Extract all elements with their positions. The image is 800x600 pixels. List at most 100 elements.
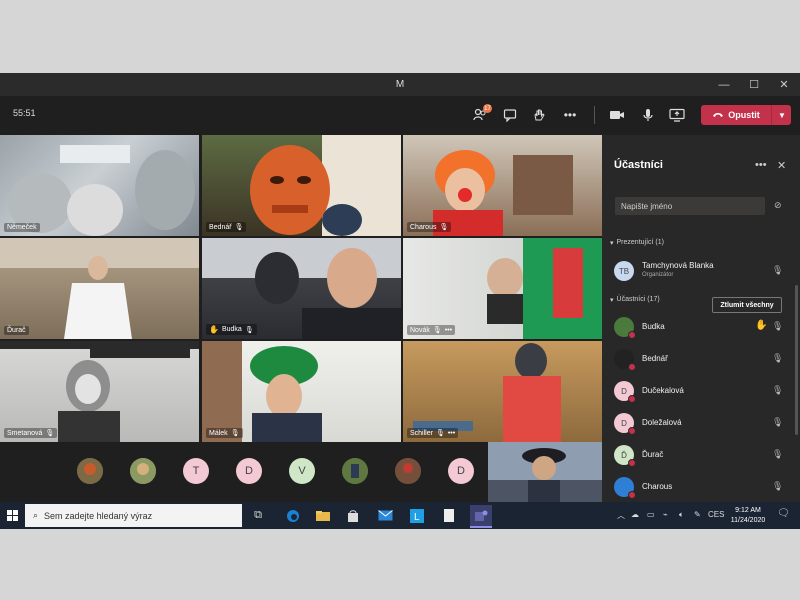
mic-off-icon: 🎙︎: [234, 224, 244, 231]
volume-icon[interactable]: 🔈︎: [679, 510, 684, 520]
tile-more-icon: •••: [447, 429, 456, 437]
tile-name: Charous 🎙︎: [407, 222, 452, 232]
participant-role: Organizátor: [642, 272, 674, 278]
video-feed: [487, 238, 602, 339]
participant-avatar[interactable]: [342, 458, 368, 484]
raise-hand-icon[interactable]: [529, 105, 549, 125]
video-feed: [250, 135, 401, 236]
mic-off-icon: 🎙︎: [772, 481, 784, 491]
tile-name: Ďurač: [4, 326, 29, 335]
teams-taskbar-icon[interactable]: [470, 505, 492, 528]
window-title: M: [395, 79, 405, 90]
close-window-icon[interactable]: ✕: [772, 73, 796, 96]
video-tile[interactable]: Bednář 🎙︎: [202, 135, 401, 236]
app-l-icon[interactable]: L: [406, 505, 428, 526]
mute-all-button[interactable]: Ztlumit všechny: [712, 297, 782, 313]
presenters-section-header[interactable]: ▾ Prezentující (1): [610, 239, 664, 247]
participant-avatar[interactable]: D: [236, 458, 262, 484]
participant-avatar[interactable]: T: [183, 458, 209, 484]
hang-up-icon: [712, 110, 724, 120]
camera-icon[interactable]: [607, 105, 627, 125]
self-video-preview[interactable]: [488, 442, 602, 502]
leave-main[interactable]: Opustit: [701, 105, 771, 125]
file-explorer-icon[interactable]: [312, 505, 334, 526]
minimize-icon[interactable]: —: [712, 73, 736, 96]
tile-name: ✋ Budka 🎙︎: [206, 324, 257, 335]
mic-off-icon: 🎙︎: [435, 430, 445, 437]
chevron-down-icon: ▾: [610, 240, 614, 247]
participant-row[interactable]: D Dučekalová 🎙︎: [614, 379, 790, 403]
video-tile[interactable]: ✋ Budka 🎙︎: [202, 238, 401, 339]
chevron-down-icon[interactable]: ▼: [771, 105, 792, 125]
mail-icon[interactable]: [374, 505, 396, 526]
video-tile[interactable]: Ďurač: [0, 238, 199, 339]
taskbar-search-input[interactable]: ⌕ Sem zadejte hledaný výraz: [25, 504, 242, 527]
more-actions-icon[interactable]: •••: [560, 105, 580, 125]
clock-date: 11/24/2020: [730, 517, 766, 524]
participant-row[interactable]: D Doležalová 🎙︎: [614, 411, 790, 435]
document-icon[interactable]: [438, 505, 460, 526]
participant-avatar: TB: [614, 261, 634, 281]
pen-icon[interactable]: ✎: [694, 510, 701, 519]
participant-avatar[interactable]: [395, 458, 421, 484]
share-screen-icon[interactable]: [667, 105, 687, 125]
chat-icon[interactable]: [500, 105, 520, 125]
panel-more-icon[interactable]: •••: [755, 159, 767, 171]
edge-icon[interactable]: [282, 505, 304, 526]
video-grid: Němeček Bednář 🎙︎ Charous 🎙︎ Ďurač ✋ Bud…: [0, 135, 602, 442]
mic-off-icon: 🎙︎: [772, 353, 784, 363]
task-view-icon[interactable]: ⧉: [247, 505, 269, 526]
tile-name: Němeček: [4, 223, 40, 232]
raised-hand-icon: ✋: [755, 320, 768, 331]
microphone-icon: 🎙︎: [772, 265, 784, 275]
leave-button[interactable]: Opustit ▼: [701, 105, 791, 125]
search-icon: ⌕: [33, 510, 39, 520]
mic-off-icon: 🎙︎: [432, 327, 442, 334]
chevron-up-icon[interactable]: ︿: [617, 510, 625, 521]
meeting-timer: 55:51: [13, 108, 36, 118]
taskbar-clock[interactable]: 9:12 AM 11/24/2020: [727, 506, 769, 526]
panel-close-icon[interactable]: ✕: [777, 159, 786, 172]
participant-avatar[interactable]: [130, 458, 156, 484]
video-tile[interactable]: Málek 🎙︎: [202, 341, 401, 442]
mic-off-icon: 🎙︎: [45, 430, 55, 437]
share-invite-icon[interactable]: ⊘: [774, 200, 782, 211]
video-feed: [488, 442, 602, 502]
video-tile[interactable]: Charous 🎙︎: [403, 135, 602, 236]
onedrive-icon[interactable]: ☁: [631, 510, 639, 519]
participant-avatar[interactable]: [77, 458, 103, 484]
teams-window: M — ☐ ✕ 55:51 17 ••• Opustit ▼ Němeček B…: [0, 73, 800, 529]
notification-icon[interactable]: 🗨︎: [777, 508, 790, 519]
video-feed: [0, 341, 199, 442]
battery-icon[interactable]: ▭: [647, 510, 655, 519]
tile-name: Bednář 🎙︎: [206, 222, 247, 232]
participant-row[interactable]: Charous 🎙︎: [614, 475, 790, 499]
participant-row[interactable]: Budka ✋ 🎙︎: [614, 315, 790, 339]
windows-start-icon[interactable]: [0, 502, 24, 529]
participant-row-presenter[interactable]: TB Tamchynová Blanka Organizátor 🎙︎: [614, 259, 790, 283]
attendees-section-header[interactable]: ▾ Účastníci (17): [610, 296, 660, 304]
panel-scrollbar[interactable]: [795, 285, 798, 435]
mic-off-icon: 🎙︎: [244, 326, 254, 334]
mic-off-icon: 🎙︎: [772, 321, 784, 331]
participant-avatar[interactable]: D: [448, 458, 474, 484]
tile-name: Málek 🎙︎: [206, 428, 243, 438]
status-dot: [628, 331, 636, 339]
participant-avatar[interactable]: V: [289, 458, 315, 484]
video-tile[interactable]: Němeček: [0, 135, 199, 236]
store-icon[interactable]: [342, 505, 364, 526]
status-dot: [628, 427, 636, 435]
tile-name: Novák 🎙︎ •••: [407, 325, 456, 335]
video-tile[interactable]: Smetanová 🎙︎: [0, 341, 199, 442]
participant-row[interactable]: Ď Ďurač 🎙︎: [614, 443, 790, 467]
participant-search-input[interactable]: Napište jméno: [615, 197, 765, 215]
microphone-icon[interactable]: [638, 105, 658, 125]
video-tile[interactable]: Schiller 🎙︎ •••: [403, 341, 602, 442]
language-indicator[interactable]: CES: [708, 510, 724, 519]
video-feed: [202, 341, 322, 442]
maximize-icon[interactable]: ☐: [742, 73, 766, 96]
video-tile[interactable]: Novák 🎙︎ •••: [403, 238, 602, 339]
network-icon[interactable]: ⌁: [663, 510, 668, 519]
participant-row[interactable]: Bednář 🎙︎: [614, 347, 790, 371]
mic-off-icon: 🎙︎: [439, 224, 449, 231]
